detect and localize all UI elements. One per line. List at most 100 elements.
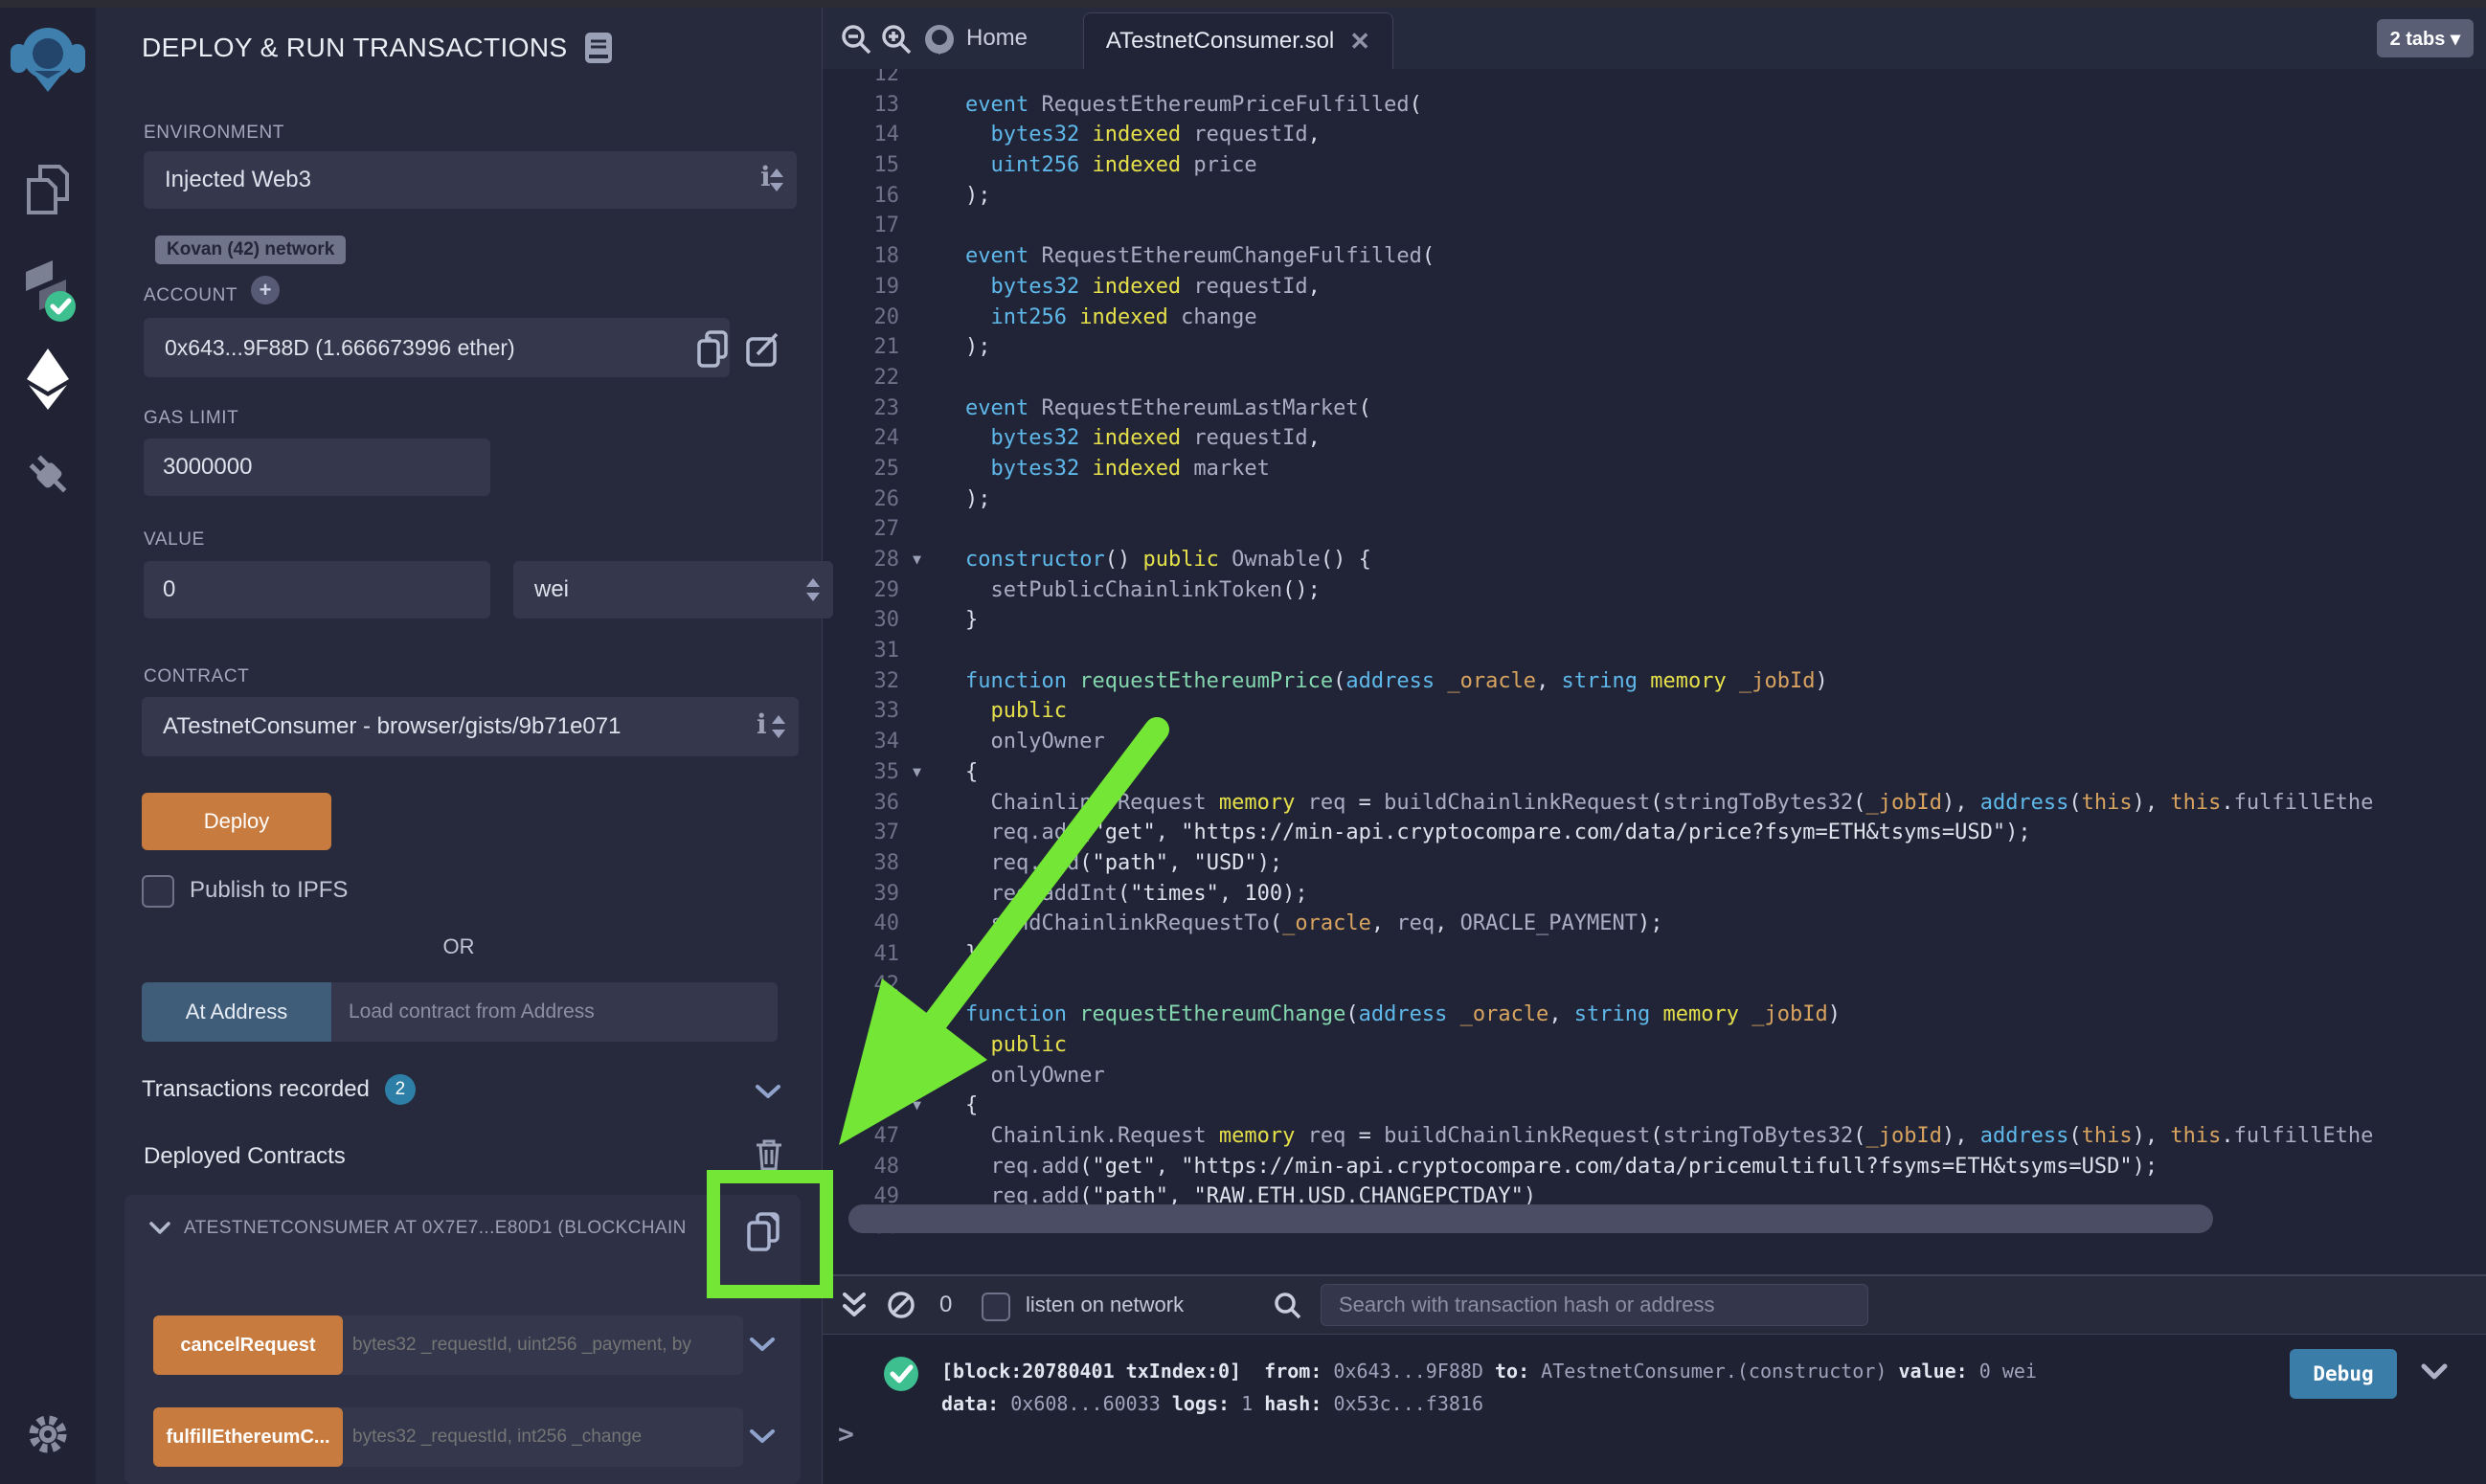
code-line[interactable]: 34 onlyOwner (823, 727, 2486, 757)
tab-atestnetconsumer[interactable]: ATestnetConsumer.sol ✕ (1083, 12, 1393, 69)
cancelrequest-button[interactable]: cancelRequest (153, 1315, 343, 1375)
code-line[interactable]: 14 bytes32 indexed requestId, (823, 120, 2486, 150)
remix-logo[interactable] (0, 17, 96, 100)
code-editor[interactable]: 1213event RequestEthereumPriceFulfilled(… (823, 69, 2486, 1276)
deployed-contract-header[interactable]: ATESTNETCONSUMER AT 0X7E7...E80D1 (BLOCK… (149, 1218, 724, 1239)
double-chevron-down-icon[interactable] (840, 1292, 869, 1320)
code-line[interactable]: 25 bytes32 indexed market (823, 454, 2486, 484)
code-line[interactable]: 37 req.add("get", "https://min-api.crypt… (823, 818, 2486, 848)
transactions-recorded-header[interactable]: Transactions recorded 2 (142, 1074, 416, 1105)
fulfillethereumchange-params-input[interactable] (337, 1427, 743, 1448)
ban-icon[interactable] (886, 1290, 916, 1320)
gas-limit-input[interactable] (144, 438, 490, 496)
fold-gutter (899, 1152, 965, 1182)
book-icon[interactable] (585, 33, 612, 63)
code-line[interactable]: 29 setPublicChainlinkToken(); (823, 575, 2486, 606)
code-line[interactable]: 26); (823, 484, 2486, 515)
editor-tabbar: Home ATestnetConsumer.sol ✕ 2 tabs ▾ (823, 8, 2486, 70)
at-address-row: At Address (142, 982, 778, 1042)
code-line[interactable]: 22 (823, 363, 2486, 393)
tabs-count-dropdown[interactable]: 2 tabs ▾ (2377, 19, 2474, 57)
zoom-out-icon[interactable] (840, 23, 872, 56)
fulfillethereumchange-expand-chevron-icon[interactable] (749, 1428, 776, 1445)
log-expand-chevron-icon[interactable] (2420, 1362, 2449, 1382)
fold-caret-icon[interactable]: ▼ (899, 757, 965, 788)
plugin-manager-icon[interactable] (0, 444, 96, 504)
code-line[interactable]: 32function requestEthereumPrice(address … (823, 666, 2486, 697)
account-select[interactable]: 0x643...9F88D (1.666673996 ether) (144, 318, 730, 377)
code-line[interactable]: 16); (823, 181, 2486, 212)
at-address-input[interactable] (331, 1001, 778, 1023)
cancelrequest-expand-chevron-icon[interactable] (749, 1337, 776, 1353)
fold-caret-icon[interactable]: ▼ (899, 545, 965, 575)
horizontal-scrollbar[interactable] (848, 1204, 2213, 1233)
tab-active-label: ATestnetConsumer.sol (1106, 28, 1334, 55)
settings-icon[interactable] (0, 1409, 96, 1459)
network-badge: Kovan (42) network (155, 236, 346, 264)
value-unit: wei (534, 576, 569, 603)
edit-account-icon[interactable] (745, 331, 781, 368)
code-line[interactable]: 39 req.addInt("times", 100); (823, 879, 2486, 910)
code-line[interactable]: 38 req.add("path", "USD"); (823, 848, 2486, 879)
code-line[interactable]: 42 (823, 970, 2486, 1001)
value-unit-select[interactable]: wei (513, 561, 833, 618)
value-input[interactable] (144, 561, 490, 618)
trash-icon[interactable] (755, 1137, 783, 1172)
code-line[interactable]: 24 bytes32 indexed requestId, (823, 423, 2486, 454)
home-icon[interactable] (922, 22, 957, 56)
code-line[interactable]: 36 Chainlink.Request memory req = buildC… (823, 788, 2486, 819)
contract-info-icon[interactable]: i (757, 708, 767, 740)
code-line[interactable]: 48 req.add("get", "https://min-api.crypt… (823, 1152, 2486, 1182)
zoom-in-icon[interactable] (880, 23, 913, 56)
code-line[interactable]: 45 onlyOwner (823, 1061, 2486, 1091)
transactions-chevron-down-icon[interactable] (755, 1084, 781, 1100)
fold-caret-icon[interactable]: ▼ (899, 1091, 965, 1121)
code-line[interactable]: 28▼constructor() public Ownable() { (823, 545, 2486, 575)
code-line[interactable]: 18event RequestEthereumChangeFulfilled( (823, 241, 2486, 272)
terminal-search-input[interactable] (1321, 1284, 1868, 1326)
code-text: event RequestEthereumLastMarket( (965, 393, 2486, 424)
code-line[interactable]: 19 bytes32 indexed requestId, (823, 272, 2486, 303)
deploy-run-icon[interactable] (0, 349, 96, 410)
line-number: 44 (823, 1030, 899, 1061)
code-line[interactable]: 46▼{ (823, 1091, 2486, 1121)
at-address-button[interactable]: At Address (142, 982, 331, 1042)
terminal-log[interactable]: [block:20780401 txIndex:0] from: 0x643..… (941, 1355, 2037, 1420)
cancelrequest-params-input[interactable] (337, 1335, 743, 1356)
code-line[interactable]: 40 sendChainlinkRequestTo(_oracle, req, … (823, 909, 2486, 939)
code-line[interactable]: 47 Chainlink.Request memory req = buildC… (823, 1121, 2486, 1152)
copy-contract-address-icon[interactable] (745, 1210, 781, 1252)
terminal-count-badge: 0 (939, 1276, 952, 1334)
environment-select[interactable]: Injected Web3 (144, 151, 797, 209)
code-line[interactable]: 30} (823, 605, 2486, 636)
code-line[interactable]: 20 int256 indexed change (823, 303, 2486, 333)
code-line[interactable]: 31 (823, 636, 2486, 666)
contract-select[interactable]: ATestnetConsumer - browser/gists/9b71e07… (142, 697, 799, 756)
publish-ipfs-checkbox[interactable] (142, 875, 174, 908)
code-line[interactable]: 13event RequestEthereumPriceFulfilled( (823, 90, 2486, 121)
debug-button[interactable]: Debug (2290, 1349, 2397, 1399)
tab-home[interactable]: Home (966, 8, 1028, 69)
solidity-compiler-icon[interactable] (0, 257, 96, 326)
close-tab-icon[interactable]: ✕ (1349, 27, 1370, 56)
code-line[interactable]: 21); (823, 332, 2486, 363)
add-account-icon[interactable]: + (251, 276, 280, 304)
code-line[interactable]: 41} (823, 939, 2486, 970)
copy-account-icon[interactable] (695, 329, 730, 368)
code-line[interactable]: 27 (823, 514, 2486, 545)
fulfillethereumchange-button[interactable]: fulfillEthereumC... (153, 1407, 343, 1467)
environment-info-icon[interactable]: i (760, 161, 771, 192)
code-line[interactable]: 43function requestEthereumChange(address… (823, 1000, 2486, 1030)
file-explorer-icon[interactable] (0, 161, 96, 218)
code-line[interactable]: 23event RequestEthereumLastMarket( (823, 393, 2486, 424)
deploy-button[interactable]: Deploy (142, 793, 331, 850)
code-line[interactable]: 33 public (823, 696, 2486, 727)
listen-network-checkbox[interactable] (982, 1293, 1010, 1321)
contract-label: CONTRACT (144, 666, 249, 687)
code-line[interactable]: 15 uint256 indexed price (823, 150, 2486, 181)
code-line[interactable]: 12 (823, 69, 2486, 90)
terminal-prompt[interactable]: > (838, 1418, 854, 1450)
code-line[interactable]: 17 (823, 211, 2486, 241)
code-line[interactable]: 44 public (823, 1030, 2486, 1061)
code-line[interactable]: 35▼{ (823, 757, 2486, 788)
